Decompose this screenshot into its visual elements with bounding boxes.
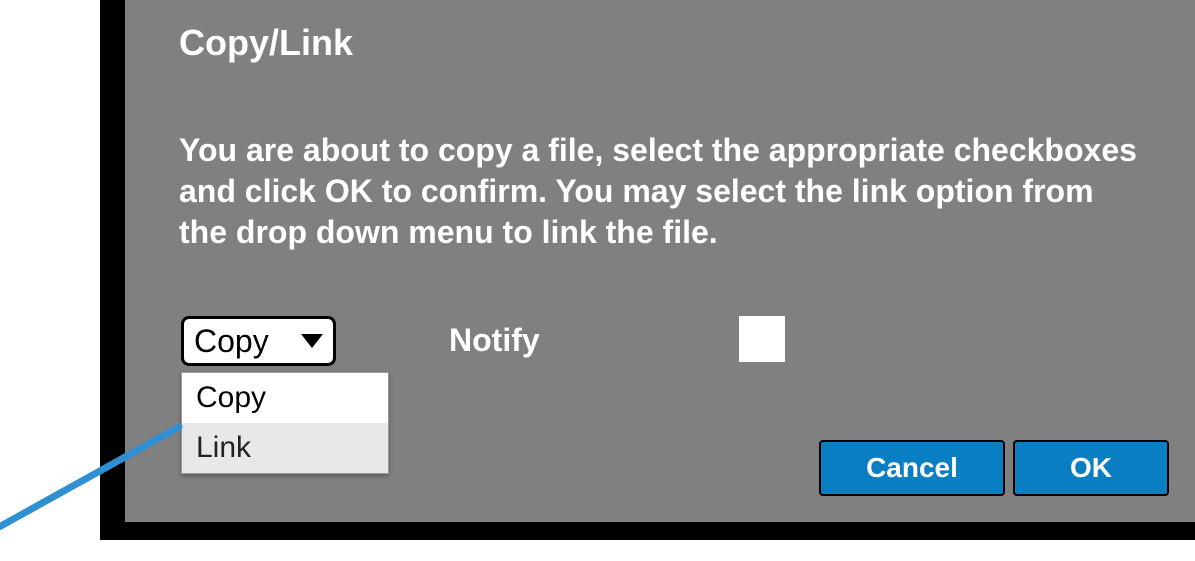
ok-button[interactable]: OK: [1013, 440, 1169, 496]
action-dropdown-value: Copy: [194, 323, 295, 360]
notify-label: Notify: [449, 322, 540, 359]
dialog-title: Copy/Link: [179, 22, 353, 64]
dropdown-option-copy[interactable]: Copy: [182, 373, 388, 423]
notify-checkbox[interactable]: [739, 316, 785, 362]
chevron-down-icon: [301, 334, 323, 348]
cancel-button[interactable]: Cancel: [819, 440, 1005, 496]
dropdown-option-link[interactable]: Link: [182, 423, 388, 473]
action-dropdown[interactable]: Copy: [181, 316, 336, 366]
copy-link-dialog: Copy/Link You are about to copy a file, …: [125, 0, 1195, 522]
dialog-frame: Copy/Link You are about to copy a file, …: [100, 0, 1195, 540]
dialog-body-text: You are about to copy a file, select the…: [179, 130, 1139, 253]
action-dropdown-list: Copy Link: [181, 372, 389, 474]
